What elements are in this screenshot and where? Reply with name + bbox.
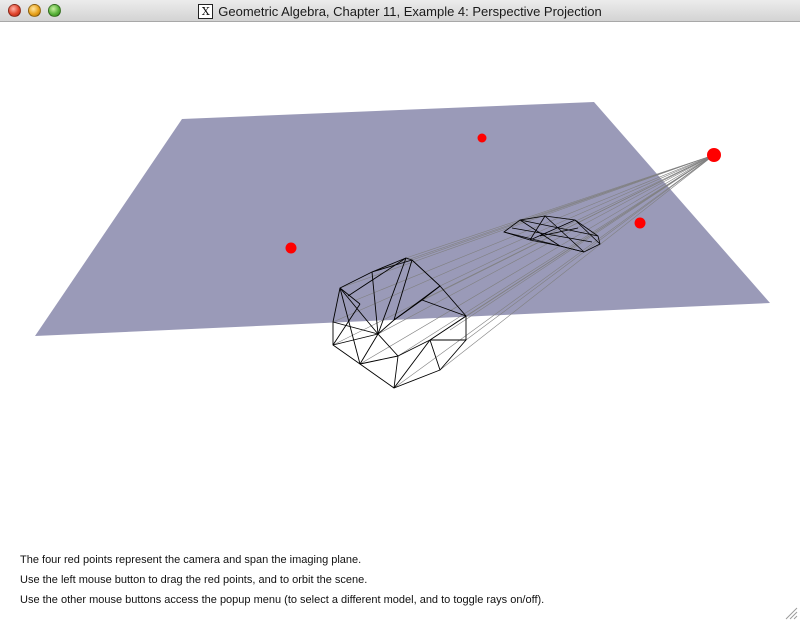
- instruction-line: Use the other mouse buttons access the p…: [20, 594, 545, 606]
- plane-point-top[interactable]: [477, 133, 487, 143]
- imaging-plane: [35, 102, 770, 336]
- title-bar[interactable]: X Geometric Algebra, Chapter 11, Example…: [0, 0, 800, 22]
- 3d-viewport[interactable]: [0, 22, 800, 542]
- window-title: Geometric Algebra, Chapter 11, Example 4…: [218, 3, 602, 19]
- instruction-line: Use the left mouse button to drag the re…: [20, 574, 368, 586]
- app-window: X Geometric Algebra, Chapter 11, Example…: [0, 0, 800, 622]
- plane-point-left[interactable]: [285, 242, 297, 254]
- title-wrap: X Geometric Algebra, Chapter 11, Example…: [0, 0, 800, 22]
- camera-point[interactable]: [707, 148, 721, 162]
- instructions: The four red points represent the camera…: [20, 550, 780, 610]
- instruction-line: The four red points represent the camera…: [20, 554, 362, 566]
- resize-grip-icon[interactable]: [784, 606, 798, 620]
- x11-app-icon: X: [198, 3, 214, 19]
- plane-point-right[interactable]: [634, 217, 646, 229]
